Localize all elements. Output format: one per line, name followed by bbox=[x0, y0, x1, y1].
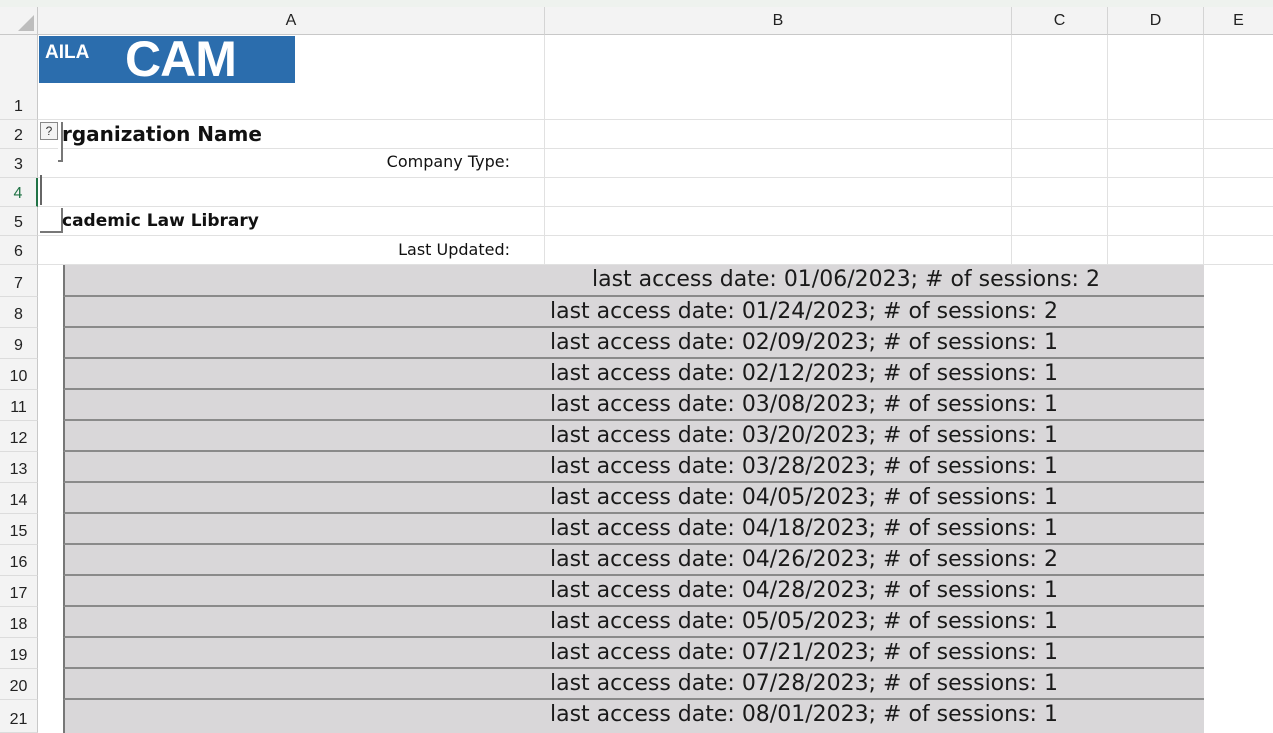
row-header-13[interactable]: 13 bbox=[0, 452, 38, 483]
row-header-9[interactable]: 9 bbox=[0, 328, 38, 359]
row-header-2[interactable]: 2 bbox=[0, 120, 38, 149]
access-record-text: last access date: 01/06/2023; # of sessi… bbox=[592, 267, 1100, 292]
access-record-text: last access date: 07/21/2023; # of sessi… bbox=[550, 640, 1058, 665]
access-record-row[interactable]: last access date: 08/01/2023; # of sessi… bbox=[63, 700, 1204, 733]
row-header-1[interactable]: 1 bbox=[0, 35, 38, 120]
column-header-e[interactable]: E bbox=[1204, 7, 1273, 35]
row-header-18[interactable]: 18 bbox=[0, 607, 38, 638]
gridline bbox=[38, 206, 1273, 207]
row-header-14[interactable]: 14 bbox=[0, 483, 38, 514]
row-header-3[interactable]: 3 bbox=[0, 149, 38, 178]
access-record-row[interactable]: last access date: 03/28/2023; # of sessi… bbox=[63, 452, 1204, 483]
access-record-row[interactable]: last access date: 05/05/2023; # of sessi… bbox=[63, 607, 1204, 638]
row-header-8[interactable]: 8 bbox=[0, 297, 38, 328]
access-record-row[interactable]: last access date: 01/24/2023; # of sessi… bbox=[63, 297, 1204, 328]
access-record-text: last access date: 03/28/2023; # of sessi… bbox=[550, 454, 1058, 479]
row-header-21[interactable]: 21 bbox=[0, 700, 38, 733]
access-record-text: last access date: 04/05/2023; # of sessi… bbox=[550, 485, 1058, 510]
access-record-row[interactable]: last access date: 07/28/2023; # of sessi… bbox=[63, 669, 1204, 700]
gridline bbox=[38, 235, 1273, 236]
row-header-20[interactable]: 20 bbox=[0, 669, 38, 700]
row-header-15[interactable]: 15 bbox=[0, 514, 38, 545]
row-header-6[interactable]: 6 bbox=[0, 236, 38, 265]
window-top-strip bbox=[0, 0, 1273, 7]
gridline bbox=[38, 119, 1273, 120]
logo-text-big: CAM bbox=[125, 36, 237, 83]
row-header-12[interactable]: 12 bbox=[0, 421, 38, 452]
access-record-text: last access date: 03/20/2023; # of sessi… bbox=[550, 423, 1058, 448]
access-record-row[interactable]: last access date: 04/05/2023; # of sessi… bbox=[63, 483, 1204, 514]
logo-text-small: AILA bbox=[45, 42, 90, 63]
gridline bbox=[1011, 35, 1012, 265]
access-record-text: last access date: 08/01/2023; # of sessi… bbox=[550, 702, 1058, 727]
help-icon[interactable]: ? bbox=[40, 122, 58, 140]
gridline bbox=[544, 35, 545, 265]
row-header-10[interactable]: 10 bbox=[0, 359, 38, 390]
access-record-text: last access date: 04/26/2023; # of sessi… bbox=[550, 547, 1058, 572]
access-record-row[interactable]: last access date: 02/12/2023; # of sessi… bbox=[63, 359, 1204, 390]
access-record-row[interactable]: last access date: 04/26/2023; # of sessi… bbox=[63, 545, 1204, 576]
access-record-row[interactable]: last access date: 07/21/2023; # of sessi… bbox=[63, 638, 1204, 669]
form-control-shadow bbox=[40, 208, 63, 233]
gridline bbox=[38, 177, 1273, 178]
access-record-text: last access date: 02/12/2023; # of sessi… bbox=[550, 361, 1058, 386]
row-header-4[interactable]: 4 bbox=[0, 178, 38, 207]
access-record-text: last access date: 03/08/2023; # of sessi… bbox=[550, 392, 1058, 417]
column-header-b[interactable]: B bbox=[545, 7, 1012, 35]
column-header-d[interactable]: D bbox=[1108, 7, 1204, 35]
form-control-edge bbox=[40, 175, 42, 205]
organization-name-cell[interactable]: rganization Name bbox=[62, 122, 262, 146]
gridline bbox=[38, 148, 1273, 149]
row-header-19[interactable]: 19 bbox=[0, 638, 38, 669]
access-record-text: last access date: 07/28/2023; # of sessi… bbox=[550, 671, 1058, 696]
access-record-row[interactable]: last access date: 03/08/2023; # of sessi… bbox=[63, 390, 1204, 421]
row-header-11[interactable]: 11 bbox=[0, 390, 38, 421]
row-header-17[interactable]: 17 bbox=[0, 576, 38, 607]
library-cell[interactable]: cademic Law Library bbox=[62, 211, 259, 231]
row-header-16[interactable]: 16 bbox=[0, 545, 38, 576]
company-type-label[interactable]: Company Type: bbox=[40, 152, 510, 171]
access-record-text: last access date: 05/05/2023; # of sessi… bbox=[550, 609, 1058, 634]
gridline bbox=[1107, 35, 1108, 265]
access-record-row[interactable]: last access date: 01/06/2023; # of sessi… bbox=[63, 265, 1204, 297]
access-record-row[interactable]: last access date: 02/09/2023; # of sessi… bbox=[63, 328, 1204, 359]
access-record-text: last access date: 02/09/2023; # of sessi… bbox=[550, 330, 1058, 355]
column-header-c[interactable]: C bbox=[1012, 7, 1108, 35]
select-all-corner[interactable] bbox=[0, 7, 38, 35]
access-record-row[interactable]: last access date: 04/28/2023; # of sessi… bbox=[63, 576, 1204, 607]
access-record-row[interactable]: last access date: 03/20/2023; # of sessi… bbox=[63, 421, 1204, 452]
row-header-5[interactable]: 5 bbox=[0, 207, 38, 236]
select-all-triangle-icon bbox=[18, 15, 34, 31]
aila-cam-logo: AILA CAM bbox=[39, 36, 295, 83]
access-record-text: last access date: 01/24/2023; # of sessi… bbox=[550, 299, 1058, 324]
access-record-text: last access date: 04/18/2023; # of sessi… bbox=[550, 516, 1058, 541]
column-header-a[interactable]: A bbox=[38, 7, 545, 35]
access-record-text: last access date: 04/28/2023; # of sessi… bbox=[550, 578, 1058, 603]
access-record-row[interactable]: last access date: 04/18/2023; # of sessi… bbox=[63, 514, 1204, 545]
last-updated-label[interactable]: Last Updated: bbox=[40, 240, 510, 259]
row-header-7[interactable]: 7 bbox=[0, 265, 38, 297]
